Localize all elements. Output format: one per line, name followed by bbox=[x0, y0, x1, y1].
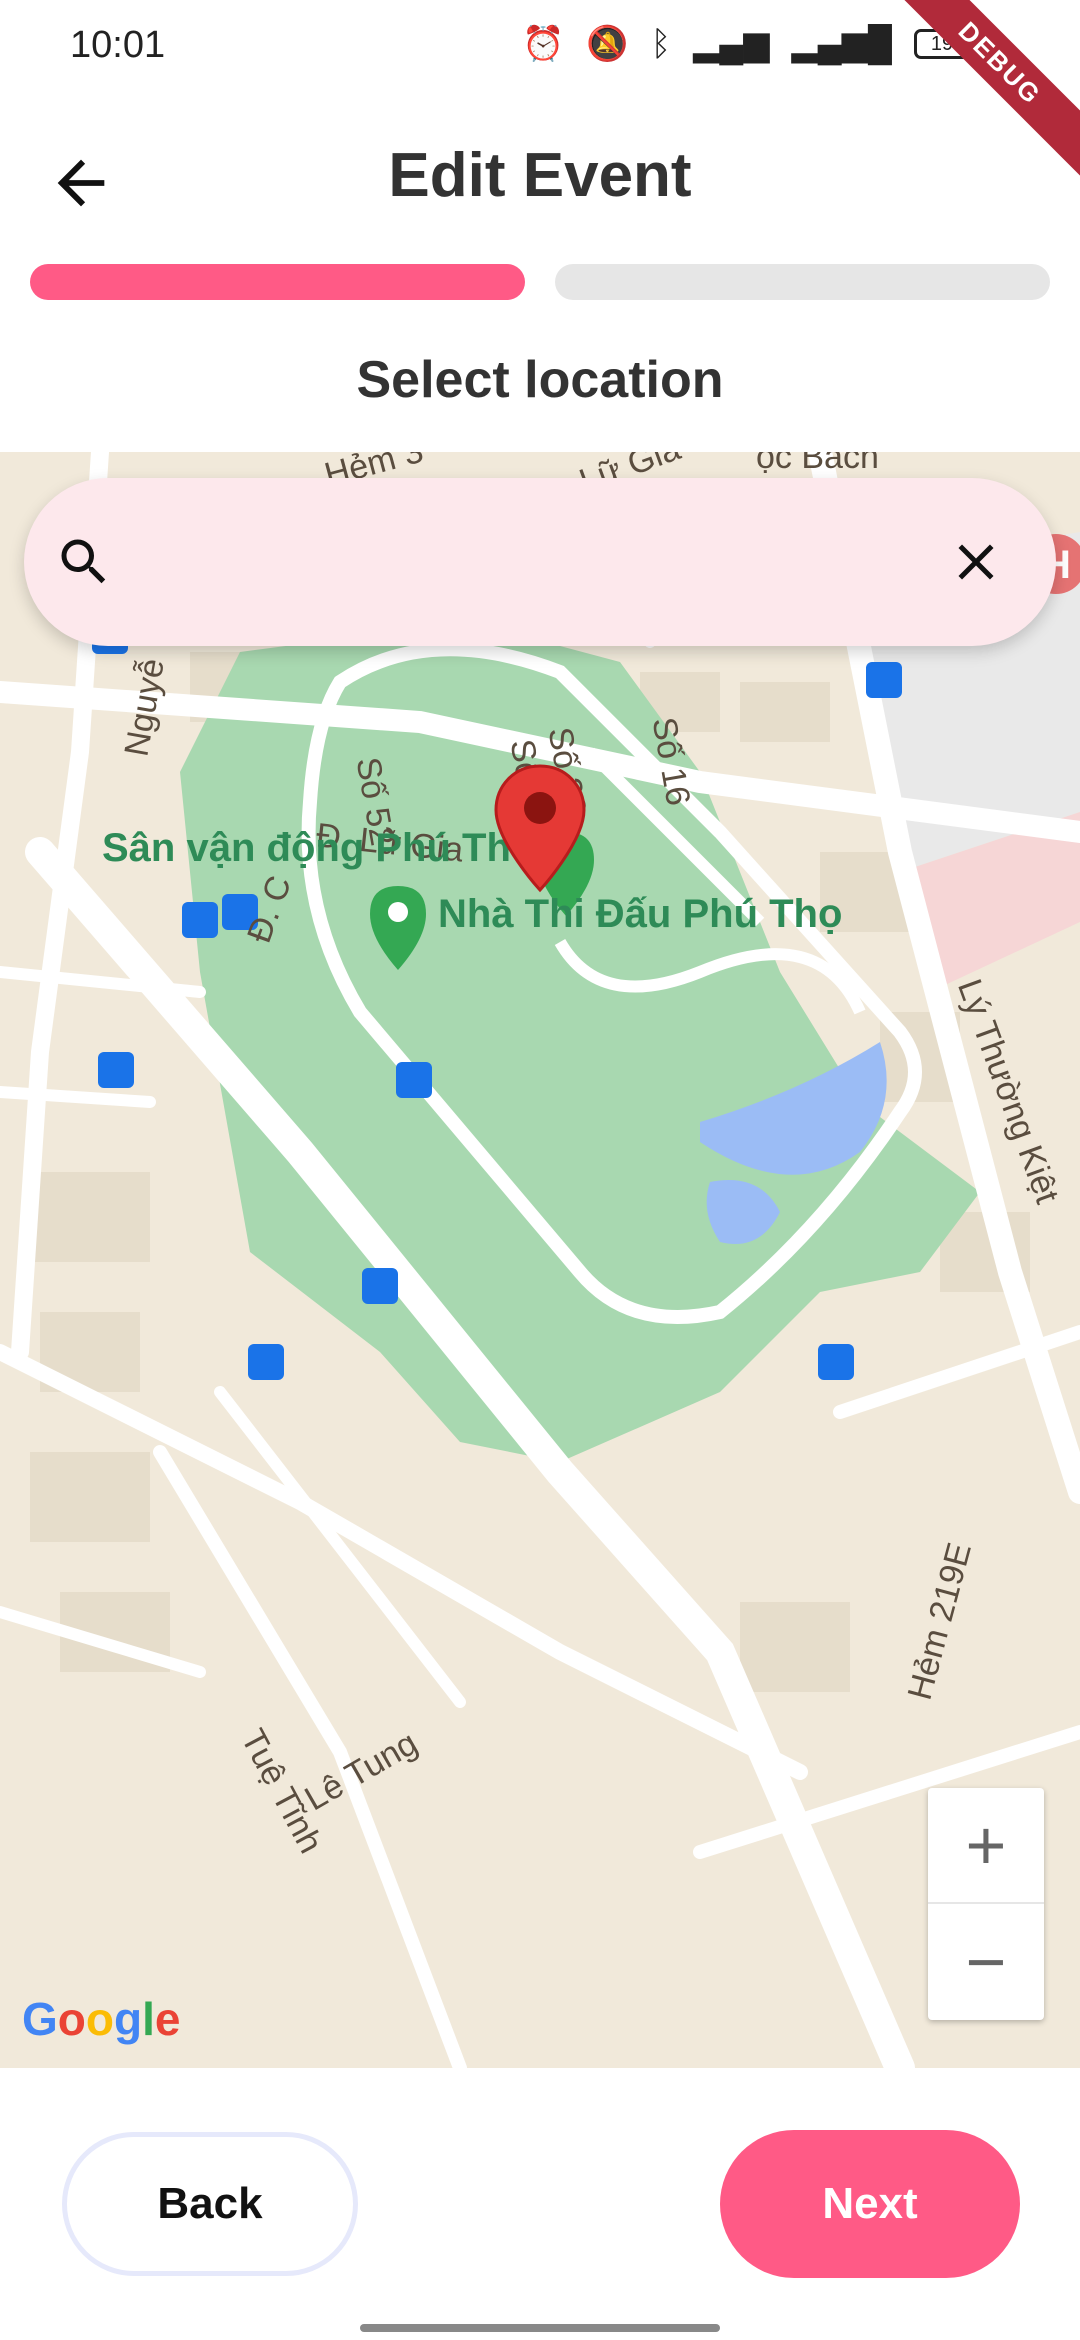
poi-label-arena[interactable]: Nhà Thi Đấu Phú Thọ bbox=[438, 892, 842, 937]
section-title: Select location bbox=[356, 351, 724, 409]
zoom-controls: + − bbox=[928, 1788, 1044, 2020]
page-title: Edit Event bbox=[388, 141, 692, 210]
search-input[interactable] bbox=[134, 518, 914, 608]
bluetooth-icon: ᛒ bbox=[650, 24, 672, 63]
map-view[interactable]: H Nguyễ Số 52 Số 34 Số 28 Số 16 Đ. Lữ Gi… bbox=[0, 452, 1080, 2068]
progress-step-2 bbox=[555, 264, 1050, 300]
status-bar: 10:01 ⏰ 🔕 ᛒ ▂▄▆ ▂▄▆█ 19 DEBUG bbox=[0, 0, 1080, 186]
status-time: 10:01 bbox=[70, 24, 166, 66]
zoom-in-button[interactable]: + bbox=[928, 1788, 1044, 1904]
signal-icon: ▂▄▆ bbox=[693, 25, 770, 63]
signal-4g-icon: ▂▄▆█ bbox=[791, 25, 892, 63]
mute-icon: 🔕 bbox=[586, 25, 629, 63]
progress-step-1 bbox=[30, 264, 525, 300]
close-icon[interactable] bbox=[946, 532, 1006, 592]
back-button[interactable]: Back bbox=[62, 2132, 358, 2276]
zoom-out-button[interactable]: − bbox=[928, 1904, 1044, 2020]
google-logo: Google bbox=[22, 1993, 181, 2045]
location-pin-icon[interactable] bbox=[492, 764, 588, 894]
home-indicator[interactable] bbox=[360, 2324, 720, 2332]
poi-label-stadium[interactable]: Sân vận động Phú Thọ bbox=[102, 826, 535, 871]
app-header: Edit Event bbox=[0, 120, 1080, 240]
alarm-icon: ⏰ bbox=[522, 25, 565, 63]
next-button[interactable]: Next bbox=[720, 2130, 1020, 2278]
street-label: ọc Bách bbox=[756, 452, 879, 476]
step-progress bbox=[30, 264, 1050, 300]
search-bar bbox=[24, 478, 1056, 646]
search-icon[interactable] bbox=[54, 532, 114, 592]
status-icons: ⏰ 🔕 ᛒ ▂▄▆ ▂▄▆█ 19 bbox=[522, 24, 970, 64]
